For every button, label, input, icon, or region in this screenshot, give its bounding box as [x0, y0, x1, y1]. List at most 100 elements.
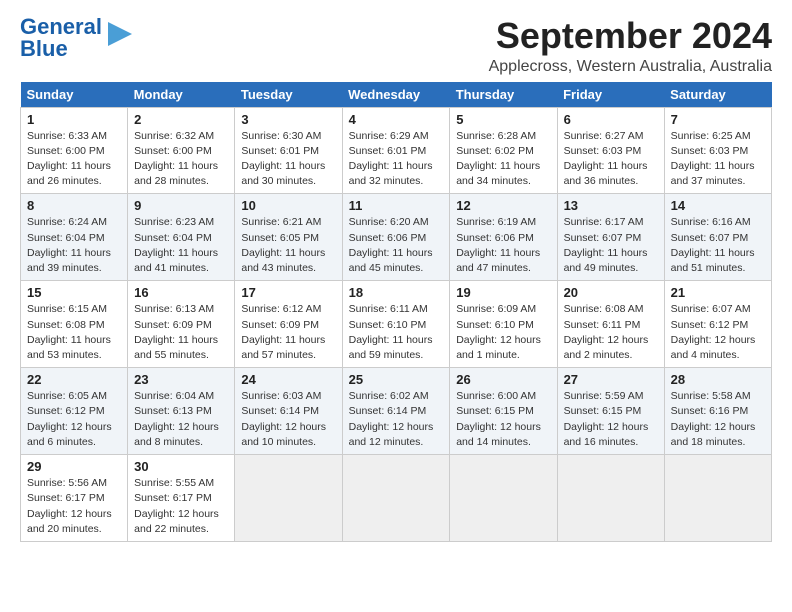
col-sunday: Sunday: [21, 82, 128, 108]
day-number: 18: [349, 285, 444, 300]
table-row: 22 Sunrise: 6:05 AMSunset: 6:12 PMDaylig…: [21, 368, 128, 455]
day-number: 9: [134, 198, 228, 213]
day-number: 21: [671, 285, 765, 300]
table-row: 29 Sunrise: 5:56 AMSunset: 6:17 PMDaylig…: [21, 455, 128, 542]
table-row: 21 Sunrise: 6:07 AMSunset: 6:12 PMDaylig…: [664, 281, 771, 368]
day-number: 13: [564, 198, 658, 213]
day-info: Sunrise: 6:16 AMSunset: 6:07 PMDaylight:…: [671, 215, 765, 276]
day-info: Sunrise: 6:09 AMSunset: 6:10 PMDaylight:…: [456, 302, 550, 363]
day-info: Sunrise: 6:11 AMSunset: 6:10 PMDaylight:…: [349, 302, 444, 363]
logo-blue: Blue: [20, 36, 68, 61]
day-info: Sunrise: 6:12 AMSunset: 6:09 PMDaylight:…: [241, 302, 335, 363]
day-number: 14: [671, 198, 765, 213]
day-info: Sunrise: 6:07 AMSunset: 6:12 PMDaylight:…: [671, 302, 765, 363]
day-number: 7: [671, 112, 765, 127]
day-info: Sunrise: 5:59 AMSunset: 6:15 PMDaylight:…: [564, 389, 658, 450]
title-area: September 2024 Applecross, Western Austr…: [489, 16, 772, 76]
col-monday: Monday: [128, 82, 235, 108]
day-number: 3: [241, 112, 335, 127]
day-number: 22: [27, 372, 121, 387]
day-info: Sunrise: 6:00 AMSunset: 6:15 PMDaylight:…: [456, 389, 550, 450]
day-info: Sunrise: 6:17 AMSunset: 6:07 PMDaylight:…: [564, 215, 658, 276]
location-title: Applecross, Western Australia, Australia: [489, 58, 772, 76]
day-info: Sunrise: 6:04 AMSunset: 6:13 PMDaylight:…: [134, 389, 228, 450]
table-row: 30 Sunrise: 5:55 AMSunset: 6:17 PMDaylig…: [128, 455, 235, 542]
day-info: Sunrise: 6:33 AMSunset: 6:00 PMDaylight:…: [27, 129, 121, 190]
table-row: 15 Sunrise: 6:15 AMSunset: 6:08 PMDaylig…: [21, 281, 128, 368]
calendar-week-row: 29 Sunrise: 5:56 AMSunset: 6:17 PMDaylig…: [21, 455, 772, 542]
table-row: 3 Sunrise: 6:30 AMSunset: 6:01 PMDayligh…: [235, 107, 342, 194]
table-row: 11 Sunrise: 6:20 AMSunset: 6:06 PMDaylig…: [342, 194, 450, 281]
month-title: September 2024: [489, 16, 772, 56]
day-number: 5: [456, 112, 550, 127]
day-info: Sunrise: 6:02 AMSunset: 6:14 PMDaylight:…: [349, 389, 444, 450]
day-number: 17: [241, 285, 335, 300]
table-row: 27 Sunrise: 5:59 AMSunset: 6:15 PMDaylig…: [557, 368, 664, 455]
day-number: 16: [134, 285, 228, 300]
col-tuesday: Tuesday: [235, 82, 342, 108]
table-row: 23 Sunrise: 6:04 AMSunset: 6:13 PMDaylig…: [128, 368, 235, 455]
day-info: Sunrise: 5:55 AMSunset: 6:17 PMDaylight:…: [134, 476, 228, 537]
day-info: Sunrise: 6:30 AMSunset: 6:01 PMDaylight:…: [241, 129, 335, 190]
day-info: Sunrise: 6:19 AMSunset: 6:06 PMDaylight:…: [456, 215, 550, 276]
table-row: 14 Sunrise: 6:16 AMSunset: 6:07 PMDaylig…: [664, 194, 771, 281]
day-number: 15: [27, 285, 121, 300]
day-info: Sunrise: 6:21 AMSunset: 6:05 PMDaylight:…: [241, 215, 335, 276]
day-number: 19: [456, 285, 550, 300]
table-row: 17 Sunrise: 6:12 AMSunset: 6:09 PMDaylig…: [235, 281, 342, 368]
table-row: 6 Sunrise: 6:27 AMSunset: 6:03 PMDayligh…: [557, 107, 664, 194]
table-row: 2 Sunrise: 6:32 AMSunset: 6:00 PMDayligh…: [128, 107, 235, 194]
day-number: 1: [27, 112, 121, 127]
logo-arrow-icon: [104, 18, 136, 50]
calendar-header-row: Sunday Monday Tuesday Wednesday Thursday…: [21, 82, 772, 108]
table-row: 18 Sunrise: 6:11 AMSunset: 6:10 PMDaylig…: [342, 281, 450, 368]
table-row: [664, 455, 771, 542]
day-number: 25: [349, 372, 444, 387]
col-saturday: Saturday: [664, 82, 771, 108]
col-friday: Friday: [557, 82, 664, 108]
day-number: 30: [134, 459, 228, 474]
table-row: 9 Sunrise: 6:23 AMSunset: 6:04 PMDayligh…: [128, 194, 235, 281]
day-number: 10: [241, 198, 335, 213]
table-row: [235, 455, 342, 542]
day-info: Sunrise: 6:08 AMSunset: 6:11 PMDaylight:…: [564, 302, 658, 363]
table-row: 26 Sunrise: 6:00 AMSunset: 6:15 PMDaylig…: [450, 368, 557, 455]
table-row: 13 Sunrise: 6:17 AMSunset: 6:07 PMDaylig…: [557, 194, 664, 281]
day-info: Sunrise: 6:24 AMSunset: 6:04 PMDaylight:…: [27, 215, 121, 276]
day-info: Sunrise: 6:29 AMSunset: 6:01 PMDaylight:…: [349, 129, 444, 190]
day-number: 23: [134, 372, 228, 387]
col-thursday: Thursday: [450, 82, 557, 108]
table-row: 28 Sunrise: 5:58 AMSunset: 6:16 PMDaylig…: [664, 368, 771, 455]
day-number: 24: [241, 372, 335, 387]
day-info: Sunrise: 6:15 AMSunset: 6:08 PMDaylight:…: [27, 302, 121, 363]
table-row: [342, 455, 450, 542]
day-number: 28: [671, 372, 765, 387]
day-number: 27: [564, 372, 658, 387]
day-info: Sunrise: 6:23 AMSunset: 6:04 PMDaylight:…: [134, 215, 228, 276]
day-number: 6: [564, 112, 658, 127]
table-row: 16 Sunrise: 6:13 AMSunset: 6:09 PMDaylig…: [128, 281, 235, 368]
table-row: 25 Sunrise: 6:02 AMSunset: 6:14 PMDaylig…: [342, 368, 450, 455]
header: General Blue September 2024 Applecross, …: [20, 16, 772, 76]
day-number: 8: [27, 198, 121, 213]
table-row: 4 Sunrise: 6:29 AMSunset: 6:01 PMDayligh…: [342, 107, 450, 194]
day-info: Sunrise: 6:32 AMSunset: 6:00 PMDaylight:…: [134, 129, 228, 190]
calendar-week-row: 8 Sunrise: 6:24 AMSunset: 6:04 PMDayligh…: [21, 194, 772, 281]
day-info: Sunrise: 6:20 AMSunset: 6:06 PMDaylight:…: [349, 215, 444, 276]
calendar-week-row: 1 Sunrise: 6:33 AMSunset: 6:00 PMDayligh…: [21, 107, 772, 194]
day-number: 12: [456, 198, 550, 213]
logo: General Blue: [20, 16, 136, 60]
day-info: Sunrise: 6:03 AMSunset: 6:14 PMDaylight:…: [241, 389, 335, 450]
calendar-week-row: 15 Sunrise: 6:15 AMSunset: 6:08 PMDaylig…: [21, 281, 772, 368]
table-row: 19 Sunrise: 6:09 AMSunset: 6:10 PMDaylig…: [450, 281, 557, 368]
table-row: [450, 455, 557, 542]
calendar-week-row: 22 Sunrise: 6:05 AMSunset: 6:12 PMDaylig…: [21, 368, 772, 455]
table-row: 7 Sunrise: 6:25 AMSunset: 6:03 PMDayligh…: [664, 107, 771, 194]
day-number: 2: [134, 112, 228, 127]
table-row: 8 Sunrise: 6:24 AMSunset: 6:04 PMDayligh…: [21, 194, 128, 281]
day-number: 26: [456, 372, 550, 387]
day-number: 11: [349, 198, 444, 213]
table-row: 24 Sunrise: 6:03 AMSunset: 6:14 PMDaylig…: [235, 368, 342, 455]
col-wednesday: Wednesday: [342, 82, 450, 108]
day-info: Sunrise: 6:25 AMSunset: 6:03 PMDaylight:…: [671, 129, 765, 190]
